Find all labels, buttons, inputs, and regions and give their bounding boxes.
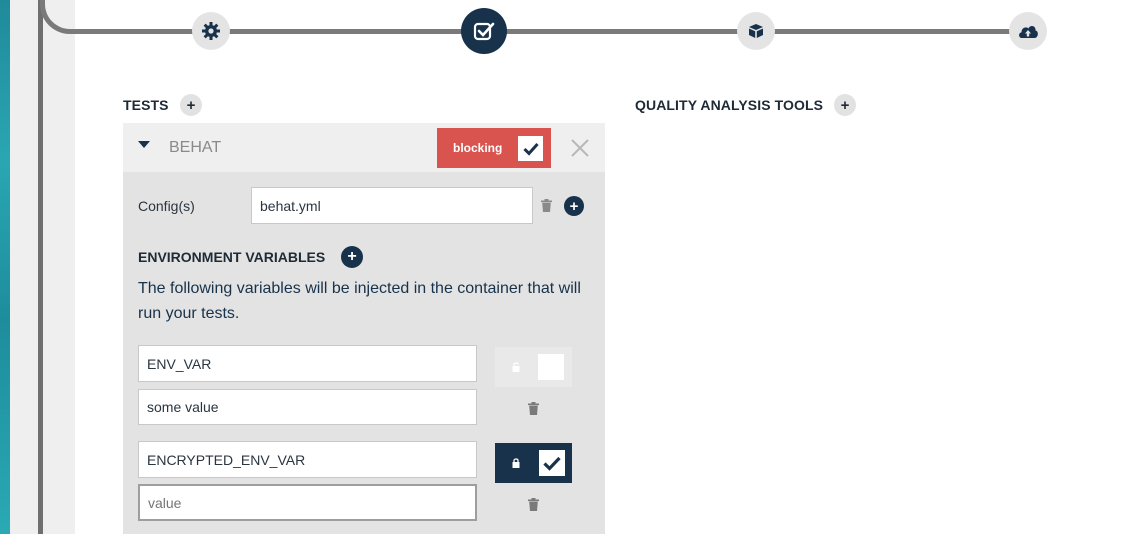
test-card-header: BEHAT blocking (123, 123, 605, 172)
side-gutter-inner (43, 0, 75, 534)
encrypt-checkbox[interactable] (539, 450, 565, 476)
step-build[interactable] (737, 12, 775, 50)
test-card: BEHAT blocking Config(s) + ENVIRONMENT V… (123, 123, 605, 534)
config-input[interactable] (251, 187, 533, 224)
env-var-name-input[interactable] (138, 441, 477, 478)
lock-icon (512, 458, 520, 468)
test-card-name: BEHAT (169, 139, 222, 156)
trash-icon[interactable] (528, 402, 539, 415)
config-label: Config(s) (138, 198, 195, 214)
side-gutter (10, 0, 38, 534)
env-var-value-input[interactable] (138, 389, 477, 425)
env-vars-description: The following variables will be injected… (138, 280, 581, 322)
encrypt-toggle[interactable] (495, 443, 572, 483)
trash-icon[interactable] (541, 199, 552, 212)
env-var-name-input[interactable] (138, 345, 477, 382)
encrypt-toggle[interactable] (495, 347, 572, 387)
blocking-toggle[interactable]: blocking (437, 128, 551, 168)
gear-icon (202, 22, 220, 40)
encrypt-checkbox[interactable] (538, 354, 564, 380)
add-quality-tool-button[interactable]: + (834, 94, 856, 116)
trash-icon[interactable] (528, 498, 539, 511)
checkmark-icon (522, 142, 539, 156)
blocking-checkbox[interactable] (518, 136, 543, 161)
quality-tools-title: QUALITY ANALYSIS TOOLS (635, 97, 824, 113)
env-var-value-input[interactable] (138, 484, 477, 521)
step-tests[interactable] (461, 8, 507, 54)
left-accent-strip (0, 0, 10, 534)
collapse-caret-icon[interactable] (138, 141, 150, 148)
unlock-icon (512, 362, 520, 372)
add-test-button[interactable]: + (180, 94, 202, 116)
env-vars-title: ENVIRONMENT VARIABLES (138, 249, 326, 265)
cloud-upload-icon (1019, 26, 1038, 38)
checkbox-icon (473, 22, 495, 41)
step-deploy[interactable] (1009, 12, 1047, 50)
add-config-button[interactable]: + (564, 196, 584, 216)
blocking-label: blocking (453, 141, 503, 155)
package-icon (749, 24, 763, 38)
checkmark-icon (543, 456, 561, 471)
step-settings[interactable] (192, 12, 230, 50)
tests-title: TESTS (123, 97, 169, 113)
add-env-var-button[interactable]: + (341, 246, 363, 268)
close-icon[interactable] (569, 137, 591, 159)
